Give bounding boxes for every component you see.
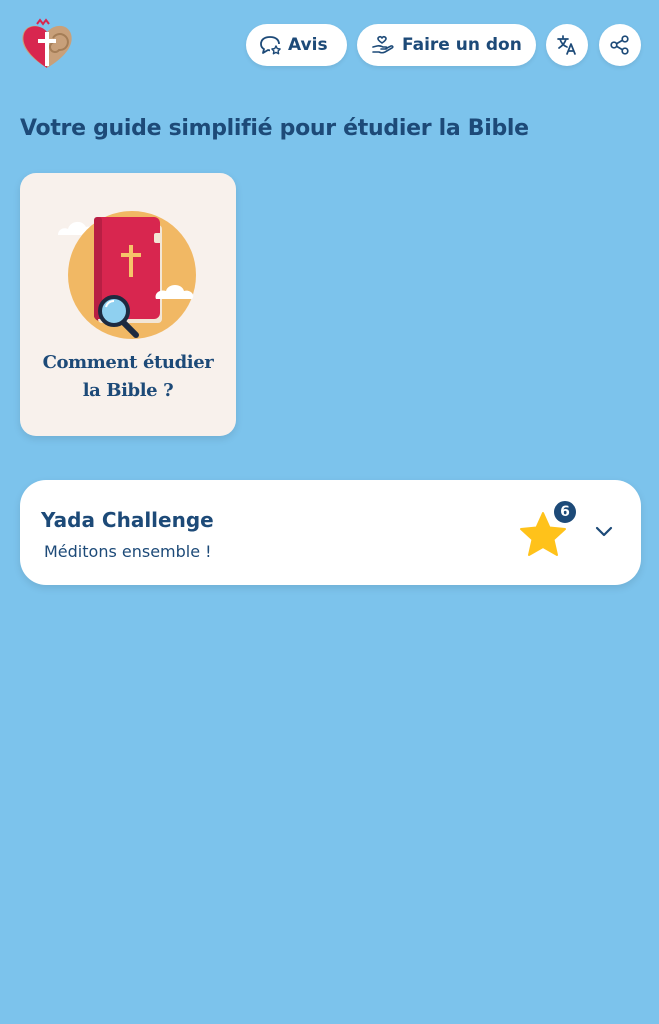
avis-button[interactable]: Avis <box>246 24 347 66</box>
hand-heart-icon <box>372 35 394 54</box>
star-count-badge: 6 <box>552 499 578 525</box>
app-logo[interactable] <box>19 18 75 72</box>
donate-button[interactable]: Faire un don <box>357 24 536 66</box>
avis-label: Avis <box>288 35 328 55</box>
translate-button[interactable] <box>546 24 588 66</box>
guide-card-title: Comment étudier la Bible ? <box>20 349 236 405</box>
guide-card-title-line1: Comment étudier <box>42 352 214 373</box>
challenge-title: Yada Challenge <box>41 508 214 532</box>
sacred-heart-cross-logo-icon <box>22 18 72 68</box>
donate-label: Faire un don <box>402 35 522 55</box>
share-button[interactable] <box>599 24 641 66</box>
chat-star-icon <box>260 36 281 55</box>
share-icon <box>610 35 629 55</box>
guide-card-how-to-study[interactable]: Comment étudier la Bible ? <box>20 173 236 436</box>
chevron-down-icon[interactable] <box>594 522 614 542</box>
page-title: Votre guide simplifié pour étudier la Bi… <box>20 116 529 141</box>
translate-icon <box>557 35 576 55</box>
bible-magnifier-icon <box>58 211 196 339</box>
challenge-subtitle: Méditons ensemble ! <box>44 542 212 561</box>
yada-challenge-card[interactable]: Yada Challenge Méditons ensemble ! 6 <box>20 480 641 585</box>
guide-card-title-line2: la Bible ? <box>82 380 174 401</box>
